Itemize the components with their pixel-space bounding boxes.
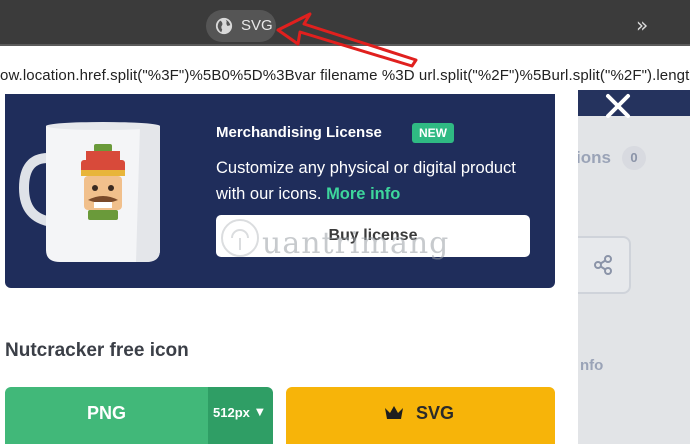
mug-nutcracker-illustration xyxy=(18,122,160,262)
watermark-text: uantrimang xyxy=(262,226,450,261)
icon-title: Nutcracker free icon xyxy=(5,340,189,361)
svg-download-label: SVG xyxy=(416,403,455,423)
share-icon xyxy=(594,255,612,275)
caret-down-icon: ▼ xyxy=(256,407,264,418)
chevron-double-right-icon[interactable]: » xyxy=(636,13,648,37)
globe-icon xyxy=(215,17,233,35)
background-tab-count: 0 xyxy=(622,146,646,170)
more-info-link[interactable]: More info xyxy=(326,185,400,203)
share-button[interactable] xyxy=(577,236,631,294)
license-description: Customize any physical or digital produc… xyxy=(216,155,516,207)
svg-chip-label: SVG xyxy=(241,17,273,34)
url-text: ow.location.href.split("%3F")%5B0%5D%3Bv… xyxy=(0,67,690,84)
size-dropdown-label: 512px xyxy=(213,405,250,420)
size-dropdown[interactable]: 512px ▼ xyxy=(208,387,273,444)
background-header-strip xyxy=(577,90,690,116)
close-icon[interactable] xyxy=(604,92,632,120)
annotation-arrow xyxy=(276,12,418,68)
crown-icon xyxy=(385,406,403,419)
new-badge: NEW xyxy=(412,123,454,143)
svg-download-button[interactable]: SVG xyxy=(286,387,555,444)
png-download-button[interactable]: PNG xyxy=(5,387,208,444)
svg-extension-chip[interactable]: SVG xyxy=(206,10,276,42)
background-tab-label: ions xyxy=(576,148,611,167)
license-title: Merchandising License xyxy=(216,124,382,141)
background-info-label: nfo xyxy=(580,357,604,374)
